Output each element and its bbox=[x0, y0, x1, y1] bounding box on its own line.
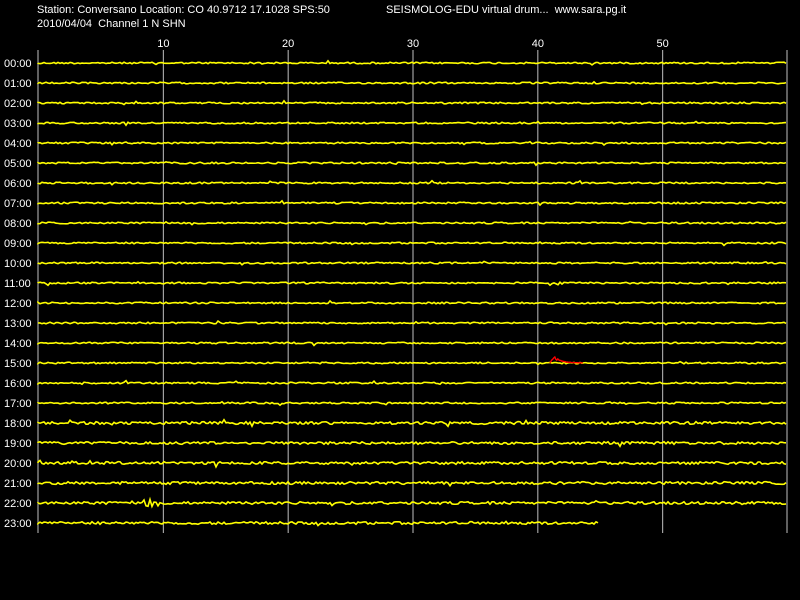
trace-23-00 bbox=[37, 520, 599, 527]
trace-20-00 bbox=[37, 459, 787, 469]
hour-label: 09:00 bbox=[4, 238, 32, 250]
hour-label: 18:00 bbox=[4, 418, 32, 430]
trace-03-00 bbox=[37, 120, 787, 127]
trace-12-00 bbox=[37, 299, 787, 305]
hour-label: 08:00 bbox=[4, 218, 32, 230]
hour-label: 10:00 bbox=[4, 258, 32, 270]
trace-02-00 bbox=[37, 99, 787, 106]
hour-label: 23:00 bbox=[4, 518, 32, 530]
hour-label: 06:00 bbox=[4, 178, 32, 190]
minute-tick-label: 30 bbox=[407, 38, 419, 50]
hour-label: 07:00 bbox=[4, 198, 32, 210]
trace-22-00 bbox=[37, 496, 787, 509]
trace-00-00 bbox=[37, 59, 787, 66]
trace-21-00 bbox=[37, 480, 787, 488]
minute-tick-label: 40 bbox=[532, 38, 544, 50]
trace-01-00 bbox=[37, 80, 787, 85]
trace-15-00 bbox=[37, 360, 787, 366]
hour-label: 05:00 bbox=[4, 158, 32, 170]
trace-14-00 bbox=[37, 341, 787, 347]
trace-09-00 bbox=[37, 241, 787, 247]
trace-07-00 bbox=[37, 199, 787, 207]
hour-label: 22:00 bbox=[4, 498, 32, 510]
hour-label: 01:00 bbox=[4, 78, 32, 90]
hour-label: 21:00 bbox=[4, 478, 32, 490]
trace-06-00 bbox=[37, 179, 787, 186]
hour-label: 02:00 bbox=[4, 98, 32, 110]
trace-17-00 bbox=[37, 400, 787, 407]
minute-tick-label: 10 bbox=[157, 38, 169, 50]
trace-10-00 bbox=[37, 260, 787, 266]
trace-13-00 bbox=[37, 319, 787, 326]
hour-label: 13:00 bbox=[4, 318, 32, 330]
hour-label: 04:00 bbox=[4, 138, 32, 150]
trace-16-00 bbox=[37, 379, 787, 386]
hour-label: 15:00 bbox=[4, 358, 32, 370]
minute-tick-label: 50 bbox=[657, 38, 669, 50]
hour-label: 00:00 bbox=[4, 58, 32, 70]
hour-label: 20:00 bbox=[4, 458, 32, 470]
trace-11-00 bbox=[37, 280, 787, 287]
trace-05-00 bbox=[37, 161, 787, 167]
hour-label: 16:00 bbox=[4, 378, 32, 390]
trace-19-00 bbox=[37, 440, 787, 448]
hour-label: 03:00 bbox=[4, 118, 32, 130]
trace-04-00 bbox=[37, 140, 787, 146]
hour-label: 17:00 bbox=[4, 398, 32, 410]
trace-08-00 bbox=[37, 220, 787, 226]
seismogram-drum: 10 20 30 40 50 00:00 01:00 02:00 03:00 04:00 05:00… bbox=[4, 38, 788, 533]
minute-tick-label: 20 bbox=[282, 38, 294, 50]
hour-label: 19:00 bbox=[4, 438, 32, 450]
hour-label: 14:00 bbox=[4, 338, 32, 350]
hour-label: 11:00 bbox=[4, 278, 31, 290]
hour-label: 12:00 bbox=[4, 298, 32, 310]
trace-18-00 bbox=[37, 418, 787, 428]
